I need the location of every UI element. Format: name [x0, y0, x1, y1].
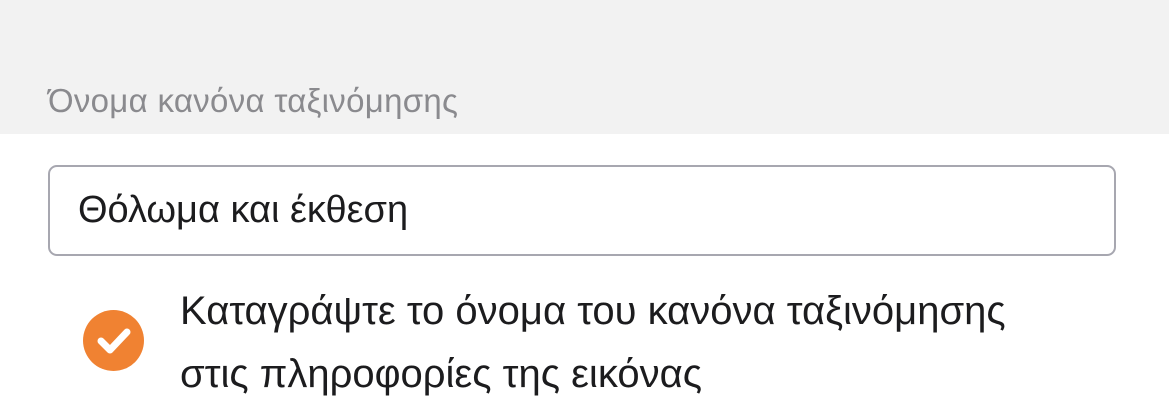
record-rule-name-label-line-1: Καταγράψτε το όνομα του κανόνα ταξινόμησ… — [180, 289, 1006, 333]
checkmark-icon — [97, 328, 131, 354]
section-title: Όνομα κανόνα ταξινόμησης — [48, 82, 459, 119]
record-rule-name-label-line-2: στις πληροφορίες της εικόνας — [180, 352, 702, 396]
record-rule-name-checkbox[interactable] — [83, 310, 144, 371]
record-rule-name-label: Καταγράψτε το όνομα του κανόνα ταξινόμησ… — [180, 280, 1130, 406]
record-rule-name-option[interactable]: Καταγράψτε το όνομα του κανόνα ταξινόμησ… — [0, 280, 1169, 410]
sort-rule-name-input[interactable] — [48, 165, 1116, 256]
section-header: Όνομα κανόνα ταξινόμησης — [0, 0, 1169, 134]
